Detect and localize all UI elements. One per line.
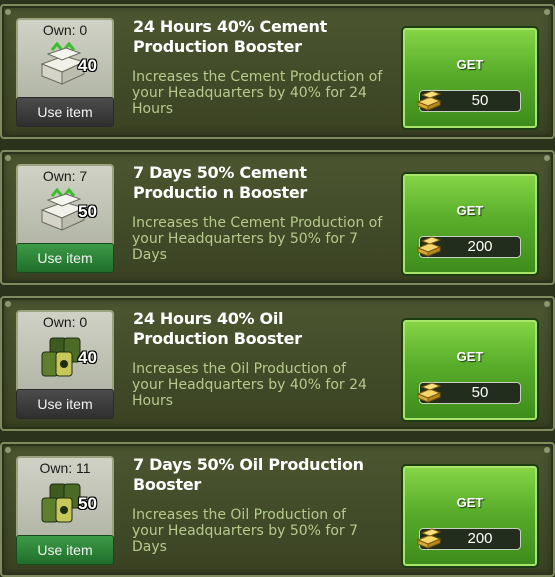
item-title: 24 Hours 40% Cement Production Booster — [133, 17, 327, 56]
get-label: GET — [456, 57, 484, 72]
item-icon-box: Own: 7 50 Use item — [16, 164, 114, 273]
item-title: 7 Days 50% Oil Production Booster — [133, 455, 364, 494]
item-description: Increases the Oil Production of your Hea… — [132, 507, 359, 555]
boost-percent: 50 — [78, 494, 97, 513]
get-button[interactable]: GET 50 — [401, 26, 539, 130]
boost-percent: 40 — [78, 56, 97, 75]
use-item-button[interactable]: Use item — [16, 97, 114, 127]
item-title: 7 Days 50% Cement Productio n Booster — [133, 163, 307, 202]
get-button[interactable]: GET 50 — [401, 318, 539, 422]
item-description: Increases the Cement Production of your … — [132, 69, 383, 117]
own-count: Own: 11 — [39, 460, 91, 476]
item-icon-box: Own: 0 40 Use item — [16, 18, 114, 127]
gold-bars-icon — [416, 528, 442, 549]
boost-percent: 40 — [78, 348, 97, 367]
gold-bars-icon — [416, 90, 442, 111]
booster-row: Own: 0 40 Use item 24 Hours 40% Oil Prod… — [0, 296, 555, 431]
get-button[interactable]: GET 200 — [401, 464, 539, 568]
booster-list: Own: 0 40 Use item 24 Hours 40% Cement P… — [0, 0, 555, 577]
use-item-button[interactable]: Use item — [16, 243, 114, 273]
get-label: GET — [456, 495, 484, 510]
gold-bars-icon — [416, 236, 442, 257]
boost-percent: 50 — [78, 202, 97, 221]
item-description: Increases the Oil Production of your Hea… — [132, 361, 367, 409]
own-count: Own: 0 — [42, 314, 88, 330]
booster-row: Own: 0 40 Use item 24 Hours 40% Cement P… — [0, 4, 555, 139]
get-label: GET — [456, 349, 484, 364]
get-button[interactable]: GET 200 — [401, 172, 539, 276]
item-icon-box: Own: 0 40 Use item — [16, 310, 114, 419]
item-title: 24 Hours 40% Oil Production Booster — [133, 309, 302, 348]
item-description: Increases the Cement Production of your … — [132, 215, 383, 263]
own-count: Own: 7 — [42, 168, 88, 184]
use-item-button[interactable]: Use item — [16, 535, 114, 565]
gold-bars-icon — [416, 382, 442, 403]
booster-row: Own: 11 50 Use item 7 Days 50% Oil Produ… — [0, 442, 555, 577]
own-count: Own: 0 — [42, 22, 88, 38]
item-icon-box: Own: 11 50 Use item — [16, 456, 114, 565]
get-label: GET — [456, 203, 484, 218]
booster-row: Own: 7 50 Use item 7 Days 50% Cement Pro… — [0, 150, 555, 285]
use-item-button[interactable]: Use item — [16, 389, 114, 419]
